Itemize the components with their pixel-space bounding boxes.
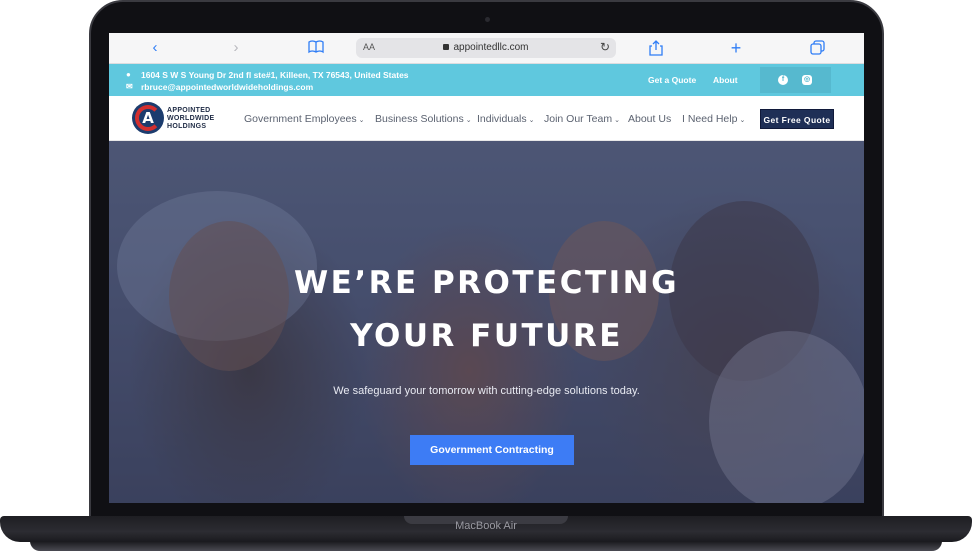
- logo-letter: A: [142, 109, 154, 127]
- map-pin-icon: ●: [126, 70, 131, 79]
- email-line[interactable]: ✉ rbruce@appointedworldwideholdings.com: [126, 82, 313, 92]
- address-line: ● 1604 S W S Young Dr 2nd fl ste#1, Kill…: [126, 70, 409, 80]
- nav-label: Individuals: [477, 113, 527, 125]
- instagram-icon[interactable]: ◎: [802, 75, 812, 85]
- get-a-quote-link[interactable]: Get a Quote: [648, 75, 696, 85]
- government-contracting-button[interactable]: Government Contracting: [410, 435, 574, 465]
- nav-label: About Us: [628, 113, 672, 125]
- logo-line-1: APPOINTED: [167, 107, 211, 114]
- tabs-icon[interactable]: [808, 40, 826, 56]
- logo-line-2: WORLDWIDE: [167, 115, 215, 122]
- chevron-down-icon: ⌄: [739, 117, 746, 124]
- chevron-left-icon[interactable]: ‹: [146, 40, 164, 56]
- hero-title-line-1: WE’RE PROTECTING: [293, 265, 680, 301]
- envelope-icon: ✉: [126, 82, 133, 91]
- address-text: 1604 S W S Young Dr 2nd fl ste#1, Killee…: [141, 70, 409, 80]
- top-info-bar: ● 1604 S W S Young Dr 2nd fl ste#1, Kill…: [109, 64, 864, 96]
- plus-icon[interactable]: +: [727, 39, 745, 57]
- facebook-icon[interactable]: f: [778, 75, 788, 85]
- logo-wordmark[interactable]: APPOINTED WORLDWIDE HOLDINGS: [167, 107, 214, 131]
- reload-icon[interactable]: ↻: [600, 40, 610, 54]
- nav-label: Join Our Team: [544, 113, 613, 125]
- chevron-down-icon: ⌄: [465, 117, 472, 124]
- hero-subtitle: We safeguard your tomorrow with cutting-…: [333, 385, 640, 397]
- social-links: f ◎: [760, 67, 831, 93]
- screen: ‹ › AA appointedllc.com ↻ + ● 1604 S W S…: [109, 33, 864, 503]
- laptop-feet: [30, 541, 942, 551]
- lock-icon: [443, 44, 450, 50]
- nav-label: Government Employees: [244, 113, 357, 125]
- nav-item-individuals[interactable]: Individuals ⌄: [477, 113, 535, 125]
- nav-item-government-employees[interactable]: Government Employees ⌄: [244, 113, 365, 125]
- nav-item-join-our-team[interactable]: Join Our Team ⌄: [544, 113, 620, 125]
- device-label: MacBook Air: [455, 520, 517, 532]
- get-free-quote-button[interactable]: Get Free Quote: [760, 109, 834, 129]
- nav-item-business-solutions[interactable]: Business Solutions ⌄: [375, 113, 472, 125]
- chevron-down-icon: ⌄: [528, 117, 535, 124]
- chevron-right-icon[interactable]: ›: [227, 40, 245, 56]
- chevron-down-icon: ⌄: [614, 117, 620, 124]
- url-bar[interactable]: AA appointedllc.com ↻: [356, 38, 616, 58]
- chevron-down-icon: ⌄: [358, 117, 365, 124]
- nav-item-i-need-help[interactable]: I Need Help ⌄: [682, 113, 745, 125]
- logo-emblem[interactable]: A: [132, 102, 164, 134]
- share-icon[interactable]: [647, 40, 665, 56]
- hero-title-line-2: YOUR FUTURE: [350, 318, 623, 354]
- nav-label: Business Solutions: [375, 113, 464, 125]
- browser-toolbar: ‹ › AA appointedllc.com ↻ +: [109, 33, 864, 64]
- book-icon[interactable]: [307, 40, 325, 56]
- main-nav: A APPOINTED WORLDWIDE HOLDINGS Governmen…: [109, 96, 864, 141]
- hero-section: WE’RE PROTECTING YOUR FUTURE We safeguar…: [109, 141, 864, 503]
- logo-line-3: HOLDINGS: [167, 123, 207, 130]
- nav-label: I Need Help: [682, 113, 738, 125]
- email-text[interactable]: rbruce@appointedworldwideholdings.com: [141, 82, 313, 92]
- camera-icon: [485, 17, 490, 22]
- url-text: appointedllc.com: [453, 42, 529, 53]
- about-link[interactable]: About: [713, 75, 738, 85]
- nav-item-about-us[interactable]: About Us: [628, 113, 671, 125]
